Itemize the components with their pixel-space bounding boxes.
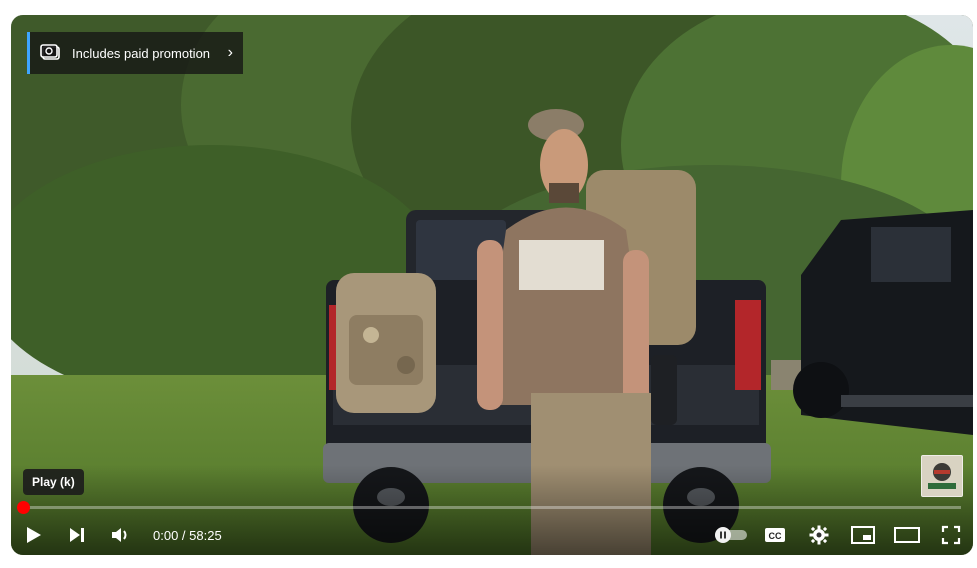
miniplayer-button[interactable] xyxy=(841,515,885,555)
svg-text:CC: CC xyxy=(769,531,782,541)
volume-icon xyxy=(112,528,127,542)
theater-mode-button[interactable] xyxy=(885,515,929,555)
channel-watermark[interactable] xyxy=(921,455,963,497)
video-player[interactable]: Includes paid promotion › Play (k) 0:00 … xyxy=(11,15,973,555)
control-bar: 0:00 / 58:25 CC xyxy=(11,515,973,555)
autoplay-toggle-icon xyxy=(715,527,747,543)
time-total: 58:25 xyxy=(189,527,222,543)
settings-gear-icon xyxy=(809,525,829,545)
paid-promotion-banner[interactable]: Includes paid promotion › xyxy=(27,32,243,74)
captions-icon: CC xyxy=(765,528,785,542)
theater-mode-icon xyxy=(894,527,920,543)
next-icon xyxy=(70,528,84,542)
channel-logo-icon xyxy=(922,456,962,496)
time-current: 0:00 xyxy=(153,527,179,543)
paid-promotion-label: Includes paid promotion xyxy=(72,45,211,61)
play-icon xyxy=(27,527,41,543)
fullscreen-button[interactable] xyxy=(929,515,973,555)
play-tooltip: Play (k) xyxy=(23,469,84,495)
progress-bar[interactable] xyxy=(23,506,961,509)
autoplay-toggle[interactable] xyxy=(709,515,753,555)
settings-button[interactable] xyxy=(797,515,841,555)
fullscreen-icon xyxy=(941,525,961,545)
time-display: 0:00 / 58:25 xyxy=(153,528,222,543)
paid-promotion-icon xyxy=(40,44,60,60)
time-separator: / xyxy=(178,527,190,543)
next-button[interactable] xyxy=(55,515,99,555)
chevron-right-icon: › xyxy=(227,44,233,61)
volume-button[interactable] xyxy=(99,515,143,555)
play-button[interactable] xyxy=(11,515,55,555)
miniplayer-icon xyxy=(851,526,875,544)
captions-button[interactable]: CC xyxy=(753,515,797,555)
scrubber-handle[interactable] xyxy=(17,501,30,514)
